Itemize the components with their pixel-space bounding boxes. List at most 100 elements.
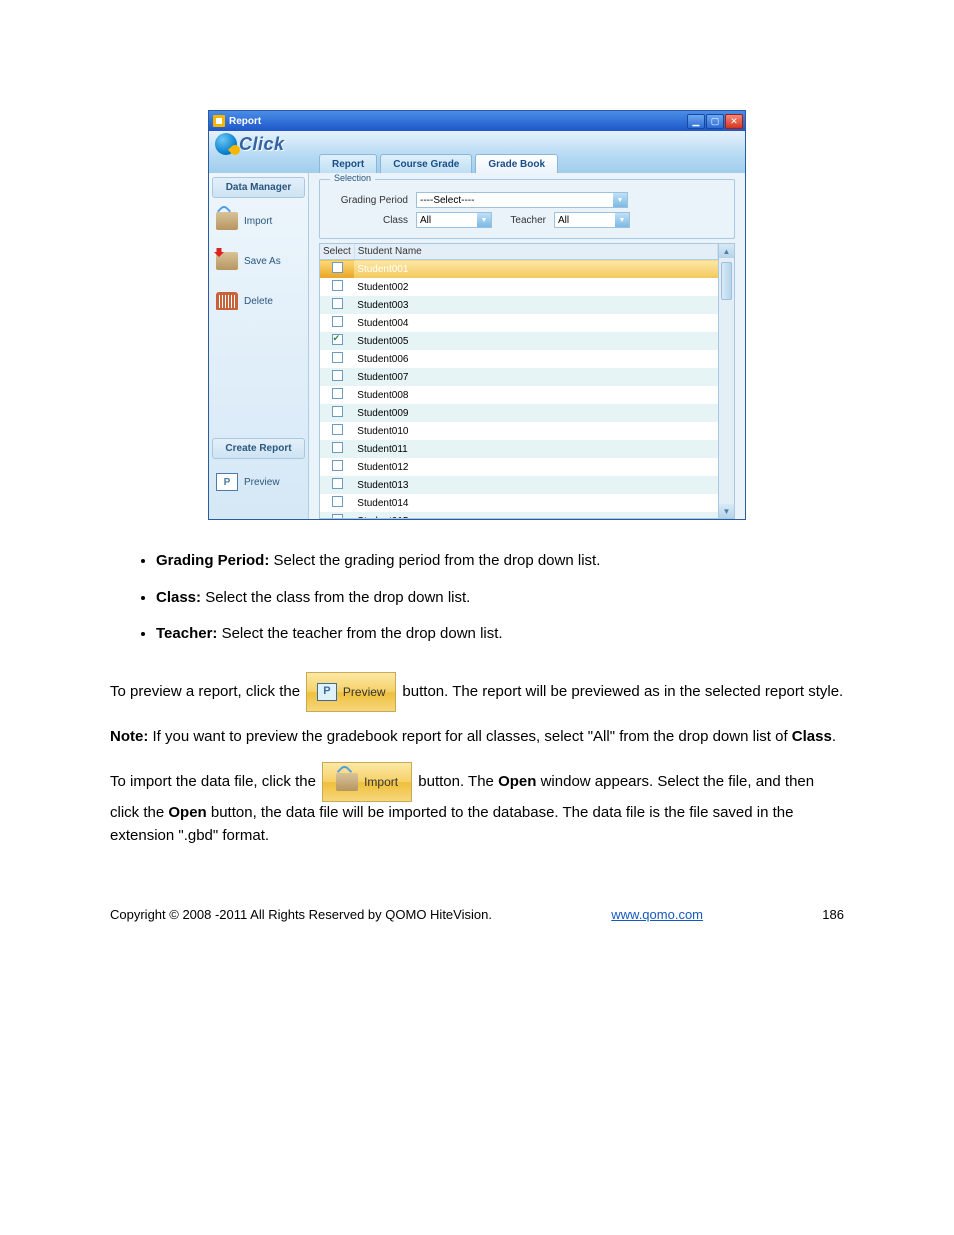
table-row[interactable]: Student007 — [320, 368, 718, 386]
table-row[interactable]: Student005 — [320, 332, 718, 350]
student-name-cell: Student015 — [357, 516, 408, 520]
row-checkbox[interactable] — [332, 496, 343, 507]
sidebar: Data Manager Import Save As Delete Creat… — [209, 173, 309, 519]
table-row[interactable]: Student002 — [320, 278, 718, 296]
student-name-cell: Student001 — [357, 264, 408, 275]
student-name-cell: Student013 — [357, 480, 408, 491]
student-name-cell: Student012 — [357, 462, 408, 473]
tab-course-grade[interactable]: Course Grade — [380, 154, 472, 174]
app-icon — [213, 115, 225, 127]
scroll-thumb[interactable] — [721, 262, 732, 300]
logo: Click — [215, 133, 285, 155]
import-icon — [216, 212, 238, 230]
grading-period-combo[interactable]: ----Select---- ▼ — [416, 192, 628, 208]
chevron-down-icon: ▼ — [613, 193, 627, 207]
sidebar-group-create-report: Create Report — [212, 438, 305, 459]
inline-preview-button[interactable]: P Preview — [306, 672, 396, 712]
row-checkbox[interactable] — [332, 262, 343, 273]
import-icon — [336, 773, 358, 791]
teacher-label: Teacher — [500, 215, 546, 226]
table-row[interactable]: Student008 — [320, 386, 718, 404]
preview-icon: P — [317, 683, 337, 701]
row-checkbox[interactable] — [332, 388, 343, 399]
student-name-cell: Student011 — [357, 444, 407, 455]
class-combo[interactable]: All ▼ — [416, 212, 492, 228]
main-pane: Selection Grading Period ----Select---- … — [309, 173, 745, 519]
table-row[interactable]: Student001 — [320, 260, 718, 279]
student-name-cell: Student009 — [357, 408, 408, 419]
sidebar-group-data-manager: Data Manager — [212, 177, 305, 198]
table-row[interactable]: Student004 — [320, 314, 718, 332]
student-name-cell: Student006 — [357, 354, 408, 365]
table-row[interactable]: Student013 — [320, 476, 718, 494]
tab-strip: Report Course Grade Grade Book — [319, 154, 558, 174]
minimize-button[interactable]: ▁ — [687, 114, 705, 129]
student-name-cell: Student010 — [357, 426, 408, 437]
tab-report[interactable]: Report — [319, 154, 377, 174]
selection-legend: Selection — [330, 173, 375, 183]
bullet-teacher: Teacher: Select the teacher from the dro… — [156, 623, 844, 646]
student-name-cell: Student008 — [357, 390, 408, 401]
logo-text: Click — [239, 134, 285, 155]
table-row[interactable]: Student012 — [320, 458, 718, 476]
maximize-button[interactable]: ▢ — [706, 114, 724, 129]
table-row[interactable]: Student011 — [320, 440, 718, 458]
row-checkbox[interactable] — [332, 514, 343, 519]
col-select-header[interactable]: Select — [320, 244, 354, 260]
scrollbar[interactable]: ▲ ▼ — [719, 243, 735, 519]
sidebar-preview-button[interactable]: P Preview — [212, 465, 305, 499]
copyright-text: Copyright © 2008 -2011 All Rights Reserv… — [110, 907, 492, 922]
sidebar-saveas-button[interactable]: Save As — [212, 244, 305, 278]
row-checkbox[interactable] — [332, 442, 343, 453]
selection-group: Selection Grading Period ----Select---- … — [319, 179, 735, 239]
row-checkbox[interactable] — [332, 370, 343, 381]
ribbon: Click Report Course Grade Grade Book — [209, 131, 745, 173]
row-checkbox[interactable] — [332, 316, 343, 327]
grading-period-label: Grading Period — [330, 195, 408, 206]
footer-link[interactable]: www.qomo.com — [611, 907, 703, 922]
table-row[interactable]: Student014 — [320, 494, 718, 512]
table-row[interactable]: Student003 — [320, 296, 718, 314]
delete-icon — [216, 292, 238, 310]
row-checkbox[interactable] — [332, 352, 343, 363]
sidebar-delete-button[interactable]: Delete — [212, 284, 305, 318]
window-title: Report — [229, 116, 687, 127]
row-checkbox[interactable] — [332, 334, 343, 345]
table-row[interactable]: Student006 — [320, 350, 718, 368]
scroll-track[interactable] — [719, 258, 734, 504]
row-checkbox[interactable] — [332, 460, 343, 471]
report-window: Report ▁ ▢ ✕ Click Report Course Grade G… — [208, 110, 746, 520]
student-grid: Select Student Name Student001 Student002… — [319, 243, 719, 519]
table-row[interactable]: Student009 — [320, 404, 718, 422]
bullet-class: Class: Select the class from the drop do… — [156, 587, 844, 610]
sidebar-item-label: Preview — [244, 477, 280, 488]
row-checkbox[interactable] — [332, 298, 343, 309]
combo-value: ----Select---- — [420, 195, 613, 206]
titlebar[interactable]: Report ▁ ▢ ✕ — [209, 111, 745, 131]
student-name-cell: Student007 — [357, 372, 408, 383]
page-footer: Copyright © 2008 -2011 All Rights Reserv… — [110, 907, 844, 952]
sidebar-import-button[interactable]: Import — [212, 204, 305, 238]
bullet-grading-period: Grading Period: Select the grading perio… — [156, 550, 844, 573]
class-label: Class — [330, 215, 408, 226]
tab-grade-book[interactable]: Grade Book — [475, 154, 558, 174]
student-name-cell: Student002 — [357, 282, 408, 293]
row-checkbox[interactable] — [332, 406, 343, 417]
student-name-cell: Student004 — [357, 318, 408, 329]
scroll-up-icon[interactable]: ▲ — [719, 244, 734, 258]
table-row[interactable]: Student015 — [320, 512, 718, 519]
row-checkbox[interactable] — [332, 280, 343, 291]
col-name-header[interactable]: Student Name — [354, 244, 717, 260]
inline-import-button[interactable]: Import — [322, 762, 412, 802]
scroll-down-icon[interactable]: ▼ — [719, 504, 734, 518]
student-name-cell: Student003 — [357, 300, 408, 311]
save-as-icon — [216, 252, 238, 270]
table-row[interactable]: Student010 — [320, 422, 718, 440]
row-checkbox[interactable] — [332, 424, 343, 435]
combo-value: All — [420, 215, 477, 226]
teacher-combo[interactable]: All ▼ — [554, 212, 630, 228]
row-checkbox[interactable] — [332, 478, 343, 489]
document-body: Grading Period: Select the grading perio… — [110, 550, 844, 847]
student-name-cell: Student014 — [357, 498, 408, 509]
close-button[interactable]: ✕ — [725, 114, 743, 129]
